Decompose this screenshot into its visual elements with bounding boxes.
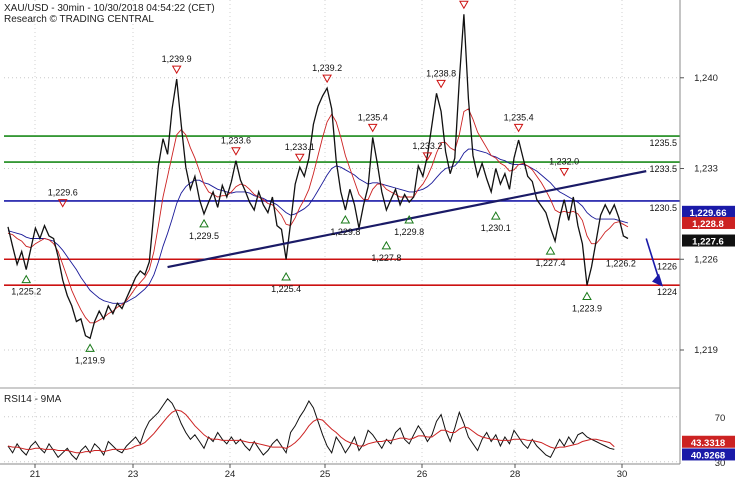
annotation-label-14: 1,238.8: [426, 68, 456, 78]
price-tag-1: 1,228.8: [692, 219, 724, 230]
x-tick-label-4: 26: [417, 469, 428, 480]
annotation-label-5: 1,233.6: [221, 136, 251, 146]
x-tick-label-5: 28: [510, 469, 521, 480]
x-tick-label-1: 23: [128, 469, 139, 480]
annotation-label-16: 1,230.1: [481, 223, 511, 233]
annotation-label-19: 1,232.0: [549, 156, 579, 166]
rsi-panel-title: RSI14 - 9MA: [4, 394, 62, 405]
annotation-label-12: 1,229.8: [394, 227, 424, 237]
annotation-label-13: 1,233.2: [412, 141, 442, 151]
level-label-s1: 1226: [657, 261, 677, 271]
annotation-label-6: 1,225.4: [271, 284, 301, 294]
background: [0, 0, 735, 480]
annotation-label-0: 1,225.2: [11, 287, 41, 297]
y-tick-label-1240: 1,240: [694, 73, 718, 84]
annotation-label-2: 1,219.9: [75, 355, 105, 365]
y-tick-label-1233: 1,233: [694, 164, 718, 175]
chart-svg: 1235.5 1233.5 1230.5 1226 1224 1,225.2 1,229.…: [0, 0, 735, 480]
annotation-label-4: 1,229.5: [189, 231, 219, 241]
level-label-pivot: 1230.5: [649, 203, 677, 213]
chart-root: 1235.5 1233.5 1230.5 1226 1224 1,225.2 1,229.…: [0, 0, 735, 480]
research-credit: Research © TRADING CENTRAL: [4, 14, 154, 25]
y-tick-label-1226: 1,226: [694, 254, 718, 265]
annotation-label-18: 1,227.4: [535, 258, 565, 268]
x-tick-label-0: 21: [30, 469, 41, 480]
annotation-label-8: 1,239.2: [312, 63, 342, 73]
x-tick-label-3: 25: [320, 469, 331, 480]
annotation-label-1: 1,229.6: [48, 188, 78, 198]
chart-title: XAU/USD - 30min - 10/30/2018 04:54:22 (C…: [4, 3, 215, 14]
annotation-label-10: 1,235.4: [358, 112, 388, 122]
annotation-label-9: 1,229.8: [330, 227, 360, 237]
price-tag-2: 1,227.6: [692, 237, 724, 248]
level-label-r1: 1233.5: [649, 164, 677, 174]
rsi-tick-label-70: 70: [715, 413, 726, 424]
x-tick-label-6: 30: [617, 469, 628, 480]
rsi-tag-1: 40.9268: [691, 450, 725, 461]
annotation-label-11: 1,227.8: [371, 253, 401, 263]
y-tick-label-1219: 1,219: [694, 345, 718, 356]
level-label-r2: 1235.5: [649, 138, 677, 148]
annotation-label-20: 1,223.9: [572, 303, 602, 313]
annotation-label-17: 1,235.4: [504, 112, 534, 122]
x-tick-label-2: 24: [225, 469, 236, 480]
annotation-label-7: 1,233.1: [285, 142, 315, 152]
level-label-s2: 1224: [657, 287, 677, 297]
annotation-label-3: 1,239.9: [162, 54, 192, 64]
rsi-tag-0: 43.3318: [691, 438, 725, 449]
annotation-label-21: 1,226.2: [606, 259, 636, 269]
